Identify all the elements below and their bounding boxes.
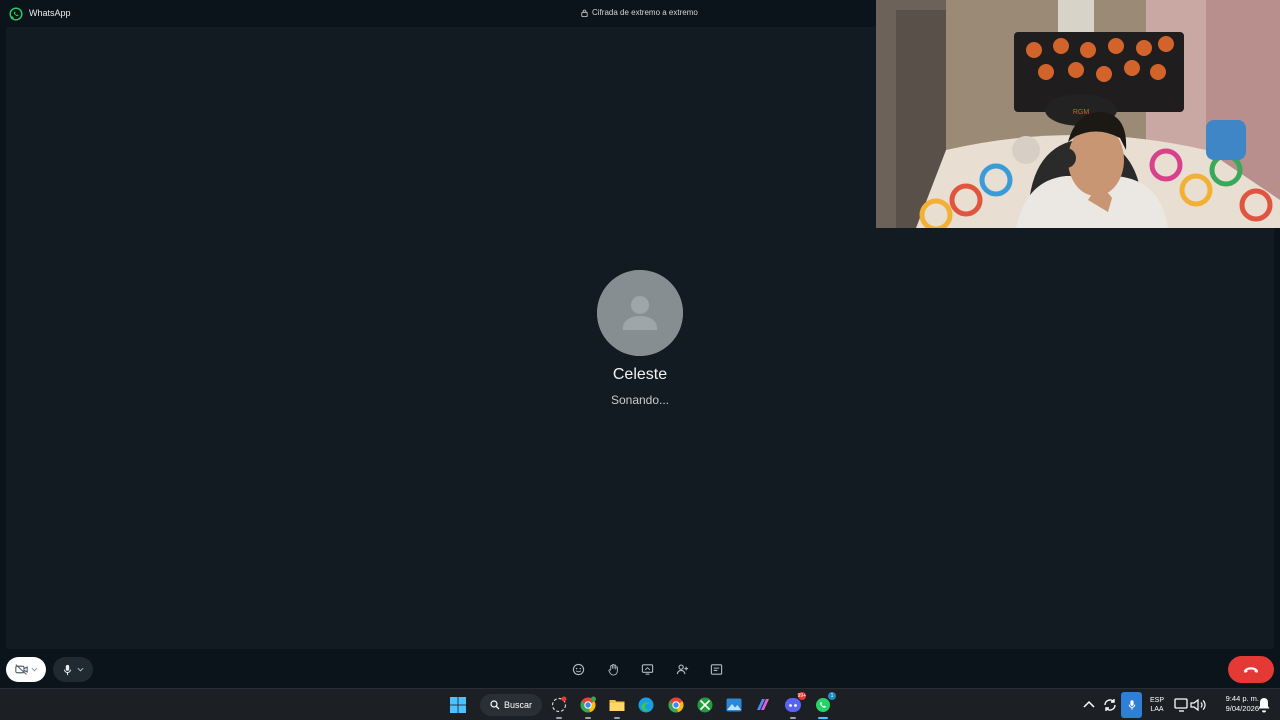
- taskbar-app-explorer[interactable]: [607, 695, 627, 719]
- lock-icon: [581, 9, 588, 17]
- running-indicator: [614, 717, 620, 719]
- contact-avatar: [597, 270, 683, 356]
- chevron-down-icon: [31, 667, 37, 672]
- taskbar-app-discord[interactable]: 99+: [783, 692, 806, 719]
- share-screen-button[interactable]: [639, 661, 655, 677]
- language-indicator[interactable]: ESP LAA: [1147, 696, 1167, 714]
- search-icon: [490, 700, 500, 710]
- tray-sync[interactable]: [1100, 695, 1120, 715]
- app-title: WhatsApp: [29, 8, 71, 18]
- end-call-icon: [1243, 666, 1259, 673]
- add-participant-icon: [676, 663, 688, 674]
- svg-text:RGM: RGM: [1073, 109, 1090, 116]
- chevron-down-icon: [77, 667, 83, 672]
- chat-icon: [710, 663, 722, 675]
- default-avatar-icon: [597, 270, 683, 356]
- webcam-overlay: RGM: [876, 0, 1280, 228]
- taskbar-app-whatsapp[interactable]: 1: [813, 692, 836, 719]
- taskbar-app-copilot-app[interactable]: [753, 695, 773, 715]
- contact-name: Celeste: [612, 366, 668, 383]
- taskbar-search[interactable]: Buscar: [480, 694, 542, 716]
- active-indicator: [818, 717, 828, 719]
- taskbar-clock[interactable]: 9:44 p. m. 9/04/2026: [1207, 694, 1259, 714]
- chevron-up-icon: [1083, 700, 1095, 708]
- raise-hand-button[interactable]: [605, 661, 621, 677]
- taskbar-app-chrome-profile[interactable]: [578, 695, 598, 719]
- whatsapp-logo-icon: [9, 7, 23, 21]
- webcam-feed-image: RGM: [876, 0, 1280, 228]
- taskbar-app-copilot[interactable]: [549, 695, 569, 719]
- call-controls: [0, 650, 1280, 688]
- discord-badge: 99+: [797, 692, 806, 700]
- windows-start-icon: [450, 697, 466, 713]
- sync-icon: [1104, 699, 1116, 711]
- windows-taskbar: Buscar 99+ 1 ESP LAA 9:44 p. m. 9/04/202…: [0, 688, 1280, 720]
- whatsapp-badge: 1: [828, 692, 836, 700]
- copilot-app-icon: [757, 699, 769, 710]
- microphone-toggle-button[interactable]: [53, 657, 93, 682]
- edge-icon: [638, 697, 654, 713]
- taskbar-app-chrome[interactable]: [666, 695, 686, 715]
- chat-button[interactable]: [708, 661, 724, 677]
- volume-icon: [1190, 698, 1206, 712]
- keyboard-layout: LAA: [1150, 706, 1164, 713]
- taskbar-app-edge[interactable]: [636, 695, 656, 715]
- running-indicator: [790, 717, 796, 719]
- taskbar-app-photos[interactable]: [724, 695, 744, 715]
- file-explorer-icon: [609, 700, 625, 711]
- camera-toggle-button[interactable]: [6, 657, 46, 682]
- microphone-icon: [1128, 700, 1135, 710]
- start-button[interactable]: [448, 695, 468, 715]
- microphone-in-use-indicator[interactable]: [1121, 692, 1142, 718]
- search-label: Buscar: [503, 700, 532, 710]
- microphone-icon: [63, 664, 71, 675]
- chrome-profile-icon: [580, 696, 596, 713]
- xbox-icon: [697, 697, 713, 713]
- add-participant-button[interactable]: [674, 661, 690, 677]
- show-hidden-icons-button[interactable]: [1079, 695, 1099, 715]
- notifications-button[interactable]: [1254, 695, 1274, 715]
- share-screen-icon: [641, 663, 653, 675]
- taskbar-app-xbox[interactable]: [695, 695, 715, 715]
- tray-volume[interactable]: [1188, 695, 1208, 715]
- whatsapp-call-window: WhatsApp Cifrada de extremo a extremo Ce…: [0, 0, 1280, 720]
- raise-hand-icon: [607, 663, 618, 676]
- encryption-indicator: Cifrada de extremo a extremo: [581, 8, 698, 17]
- clock-date: 9/04/2026: [1225, 704, 1259, 713]
- emoji-reaction-icon: [572, 663, 584, 675]
- end-call-button[interactable]: [1228, 656, 1274, 683]
- copilot-icon: [551, 696, 567, 713]
- call-status: Sonando...: [610, 393, 670, 407]
- encryption-text: Cifrada de extremo a extremo: [592, 8, 698, 17]
- clock-time: 9:44 p. m.: [1225, 694, 1259, 703]
- running-indicator: [556, 717, 562, 719]
- language-code: ESP: [1149, 697, 1164, 704]
- running-indicator: [585, 717, 591, 719]
- photos-icon: [726, 698, 742, 712]
- reaction-button[interactable]: [570, 661, 586, 677]
- chrome-icon: [668, 697, 684, 713]
- bell-icon: [1258, 698, 1270, 713]
- camera-off-icon: [14, 664, 28, 675]
